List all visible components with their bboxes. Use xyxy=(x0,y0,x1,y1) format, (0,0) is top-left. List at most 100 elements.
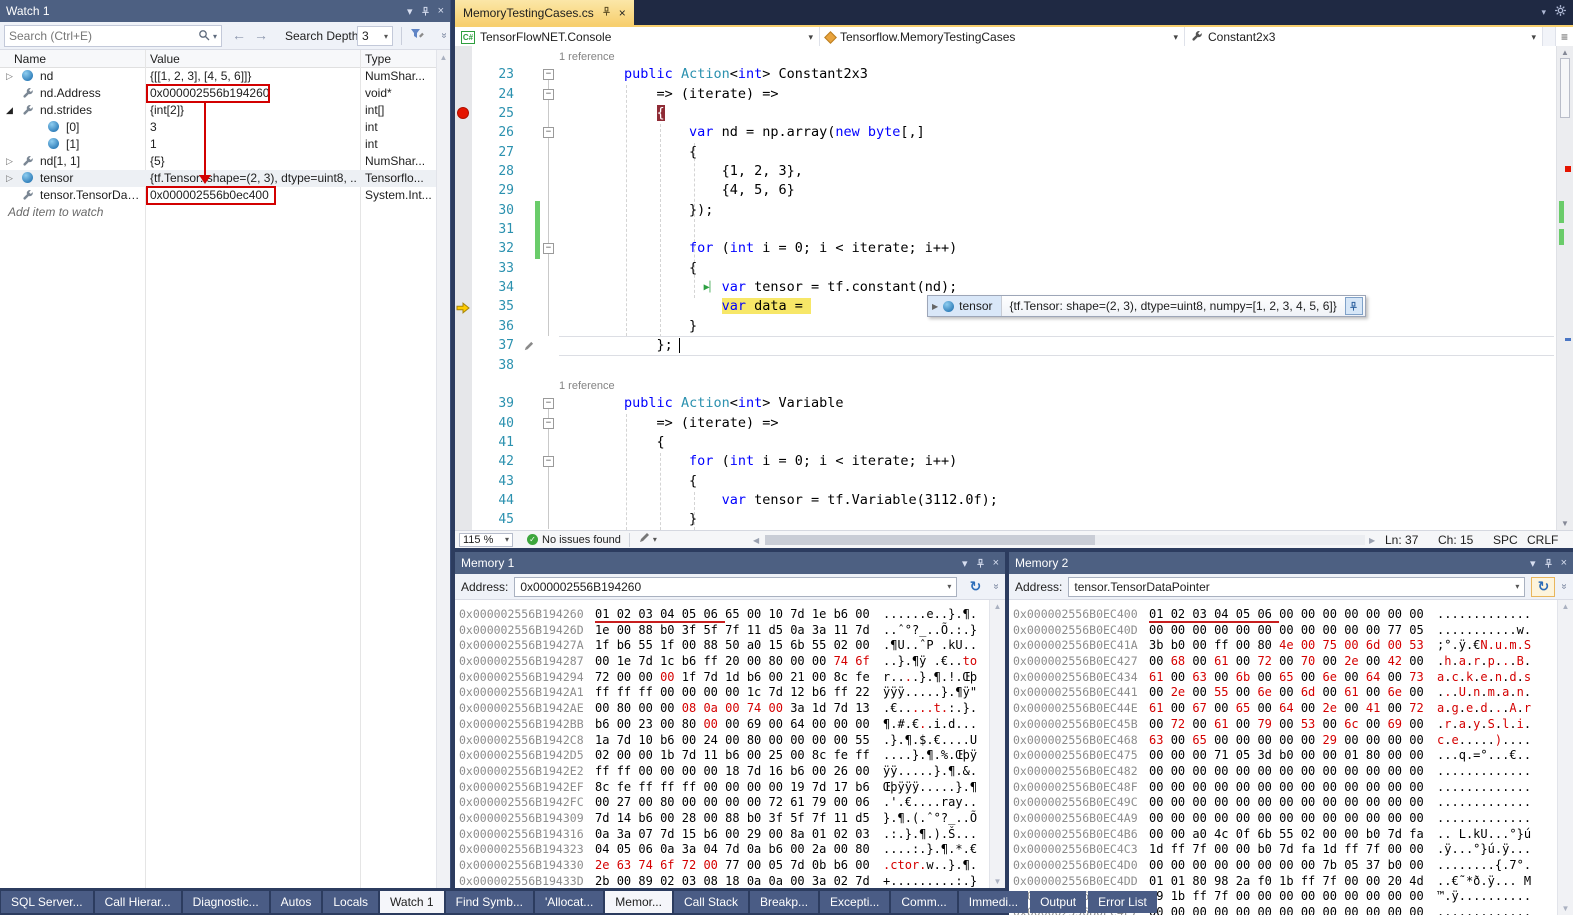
tool-tab-call-hierar-[interactable]: Call Hierar... xyxy=(95,891,181,913)
memory-row[interactable]: 0x000002556B0EC46863 00 65 00 00 00 00 0… xyxy=(1009,733,1557,749)
pin-icon[interactable] xyxy=(1543,558,1554,569)
breakpoint-icon[interactable] xyxy=(457,107,469,119)
pin-icon[interactable] xyxy=(1345,297,1363,315)
breakpoint-margin[interactable] xyxy=(455,317,472,336)
code-area[interactable]: 1 reference 23− public Action<int> Consta… xyxy=(455,46,1556,530)
memory-bytes[interactable]: ff ff 00 00 00 00 18 7d 16 b6 00 26 00 xyxy=(595,764,870,780)
breakpoint-margin[interactable] xyxy=(455,239,472,258)
forward-arrow-icon[interactable]: → xyxy=(254,27,276,43)
memory-bytes[interactable]: 01 01 80 98 2a f0 1b ff 7f 00 00 20 4d xyxy=(1149,874,1424,890)
memory-bytes[interactable]: 00 00 00 00 00 00 00 00 00 00 00 00 00 xyxy=(1149,780,1424,796)
datatip-tooltip[interactable]: ▶tensor{tf.Tensor: shape=(2, 3), dtype=u… xyxy=(927,295,1366,317)
memory1-address-input[interactable] xyxy=(520,580,947,594)
memory-row[interactable]: 0x000002556B0EC4C31d ff 7f 00 00 b0 7d f… xyxy=(1009,842,1557,858)
toolbar-overflow-icon[interactable]: » xyxy=(439,33,450,39)
memory1-scrollbar[interactable]: ▲ ▼ xyxy=(989,600,1005,888)
chevron-down-icon[interactable]: ▾ xyxy=(947,582,951,591)
watch-value[interactable]: 3 xyxy=(150,119,356,136)
memory-row[interactable]: 0x000002556B19427A1f b6 55 1f 00 88 50 a… xyxy=(455,638,989,654)
fold-collapse-icon[interactable]: − xyxy=(543,398,554,409)
memory-bytes[interactable]: 00 00 00 00 00 00 00 00 00 00 00 00 00 xyxy=(1149,795,1424,811)
fold-collapse-icon[interactable]: − xyxy=(543,456,554,467)
code-text[interactable]: { xyxy=(559,104,1556,123)
memory-row[interactable]: 0x000002556B1943097d 14 b6 00 28 00 88 b… xyxy=(455,811,989,827)
expander-collapsed-icon[interactable]: ▷ xyxy=(6,68,13,85)
code-line-38[interactable]: 38 xyxy=(455,356,1556,375)
breakpoint-margin[interactable] xyxy=(455,433,472,452)
scrollbar-thumb[interactable] xyxy=(765,535,1095,545)
window-position-icon[interactable]: ▾ xyxy=(407,5,413,18)
tool-tab-watch-1[interactable]: Watch 1 xyxy=(380,891,444,913)
address-input-wrap[interactable]: ▾ xyxy=(1068,577,1525,597)
codelens-row[interactable]: 1 reference xyxy=(455,375,1556,394)
memory2-hex-area[interactable]: 0x000002556B0EC40001 02 03 04 05 06 00 0… xyxy=(1009,600,1557,915)
code-line-27[interactable]: 27 { xyxy=(455,143,1556,162)
memory-bytes[interactable]: 00 72 00 61 00 79 00 53 00 6c 00 69 00 xyxy=(1149,717,1424,733)
watch-row-nd-address[interactable]: nd.Address0x000002556b194260void* xyxy=(0,85,436,102)
scroll-up-icon[interactable]: ▲ xyxy=(1557,48,1573,57)
tool-tab-memor-[interactable]: Memor... xyxy=(605,891,672,913)
breakpoint-margin[interactable] xyxy=(455,452,472,471)
pin-icon[interactable] xyxy=(601,6,612,20)
code-line-35[interactable]: 35 var data = ▶tensor{tf.Tensor: shape=(… xyxy=(455,297,1556,316)
zoom-dropdown[interactable]: 115 % ▾ xyxy=(459,533,513,547)
editor-split-icon[interactable]: ≡ xyxy=(1555,27,1573,46)
scroll-down-icon[interactable]: ▼ xyxy=(1558,904,1573,913)
code-text[interactable]: => (iterate) => xyxy=(559,85,1556,104)
tool-tab-output[interactable]: Output xyxy=(1030,891,1086,913)
code-text[interactable]: var tensor = tf.Variable(3112.0f); xyxy=(559,491,1556,510)
memory-bytes[interactable]: 01 02 03 04 05 06 65 00 10 7d 1e b6 00 xyxy=(595,607,870,623)
code-line-23[interactable]: 23− public Action<int> Constant2x3 xyxy=(455,65,1556,84)
watch-value[interactable]: 1 xyxy=(150,136,356,153)
close-icon[interactable]: × xyxy=(438,5,444,17)
tool-tab-call-stack[interactable]: Call Stack xyxy=(674,891,748,913)
watch-value[interactable]: {[[1, 2, 3], [4, 5, 6]]} xyxy=(150,68,356,85)
memory2-titlebar[interactable]: Memory 2 ▾ × xyxy=(1009,552,1573,574)
column-header-name[interactable]: Name xyxy=(14,52,46,66)
breakpoint-margin[interactable] xyxy=(455,181,472,200)
tool-tab-excepti-[interactable]: Excepti... xyxy=(820,891,889,913)
code-cleanup-icon[interactable] xyxy=(638,532,650,547)
filter-icon[interactable] xyxy=(410,28,425,44)
project-dropdown[interactable]: C# TensorFlowNET.Console ▾ xyxy=(455,27,820,47)
breakpoint-margin[interactable] xyxy=(455,510,472,529)
memory-row[interactable]: 0x000002556B1942A1ff ff ff 00 00 00 00 1… xyxy=(455,685,989,701)
editor-horizontal-scrollbar[interactable] xyxy=(765,535,1365,545)
run-to-cursor-icon[interactable]: ▶▏ xyxy=(704,278,716,297)
code-line-45[interactable]: 45 } xyxy=(455,510,1556,529)
code-text[interactable]: }); xyxy=(559,201,1556,220)
memory-bytes[interactable]: 61 00 63 00 6b 00 65 00 6e 00 64 00 73 xyxy=(1149,670,1424,686)
code-text[interactable]: { xyxy=(559,433,1556,452)
code-text[interactable]: for (int i = 0; i < iterate; i++) xyxy=(559,239,1556,258)
memory-row[interactable]: 0x000002556B1942C81a 7d 10 b6 00 24 00 8… xyxy=(455,733,989,749)
memory-bytes[interactable]: 63 00 65 00 00 00 00 00 29 00 00 00 00 xyxy=(1149,733,1424,749)
address-input-wrap[interactable]: ▾ xyxy=(514,577,957,597)
watch-row--0-[interactable]: [0]3int xyxy=(0,119,436,136)
memory-row[interactable]: 0x000002556B0EC43461 00 63 00 6b 00 65 0… xyxy=(1009,670,1557,686)
watch-titlebar[interactable]: Watch 1 ▾ × xyxy=(0,0,450,22)
memory-row[interactable]: 0x000002556B19429472 00 00 00 1f 7d 1d b… xyxy=(455,670,989,686)
memory-row[interactable]: 0x000002556B19426001 02 03 04 05 06 65 0… xyxy=(455,607,989,623)
memory-bytes[interactable]: 3b b0 00 ff 00 80 4e 00 75 00 6d 00 53 xyxy=(1149,638,1424,654)
memory-row[interactable]: 0x000002556B1942BBb6 00 23 00 80 00 00 6… xyxy=(455,717,989,733)
code-line-41[interactable]: 41 { xyxy=(455,433,1556,452)
watch-value[interactable]: 0x000002556b0ec400 xyxy=(150,187,356,204)
tool-tab-immedi-[interactable]: Immedi... xyxy=(959,891,1028,913)
memory-bytes[interactable]: 7d 14 b6 00 28 00 88 b0 3f 5f 7f 11 d5 xyxy=(595,811,870,827)
code-text[interactable]: }; xyxy=(559,336,1556,355)
breakpoint-margin[interactable] xyxy=(455,85,472,104)
memory-row[interactable]: 0x000002556B1943160a 3a 07 7d 15 b6 00 2… xyxy=(455,827,989,843)
memory-bytes[interactable]: 2b 00 89 02 03 08 18 0a 0a 00 3a 02 7d xyxy=(595,874,870,888)
code-line-37[interactable]: 37 }; xyxy=(455,336,1556,355)
scroll-down-icon[interactable]: ▼ xyxy=(990,877,1005,886)
tool-tab-diagnostic-[interactable]: Diagnostic... xyxy=(183,891,269,913)
watch-row-nd-1-1-[interactable]: ▷nd[1, 1]{5}NumShar... xyxy=(0,153,436,170)
watch-value[interactable]: {5} xyxy=(150,153,356,170)
code-line-33[interactable]: 33 { xyxy=(455,259,1556,278)
memory-bytes[interactable]: 00 00 00 00 00 00 00 00 00 00 00 00 00 xyxy=(1149,905,1424,915)
gear-icon[interactable] xyxy=(1554,4,1567,20)
scroll-left-icon[interactable]: ◀ xyxy=(753,536,759,545)
memory-row[interactable]: 0x000002556B0EC40001 02 03 04 05 06 00 0… xyxy=(1009,607,1557,623)
back-arrow-icon[interactable]: ← xyxy=(232,27,254,43)
code-text[interactable]: public Action<int> Constant2x3 xyxy=(559,65,1556,84)
